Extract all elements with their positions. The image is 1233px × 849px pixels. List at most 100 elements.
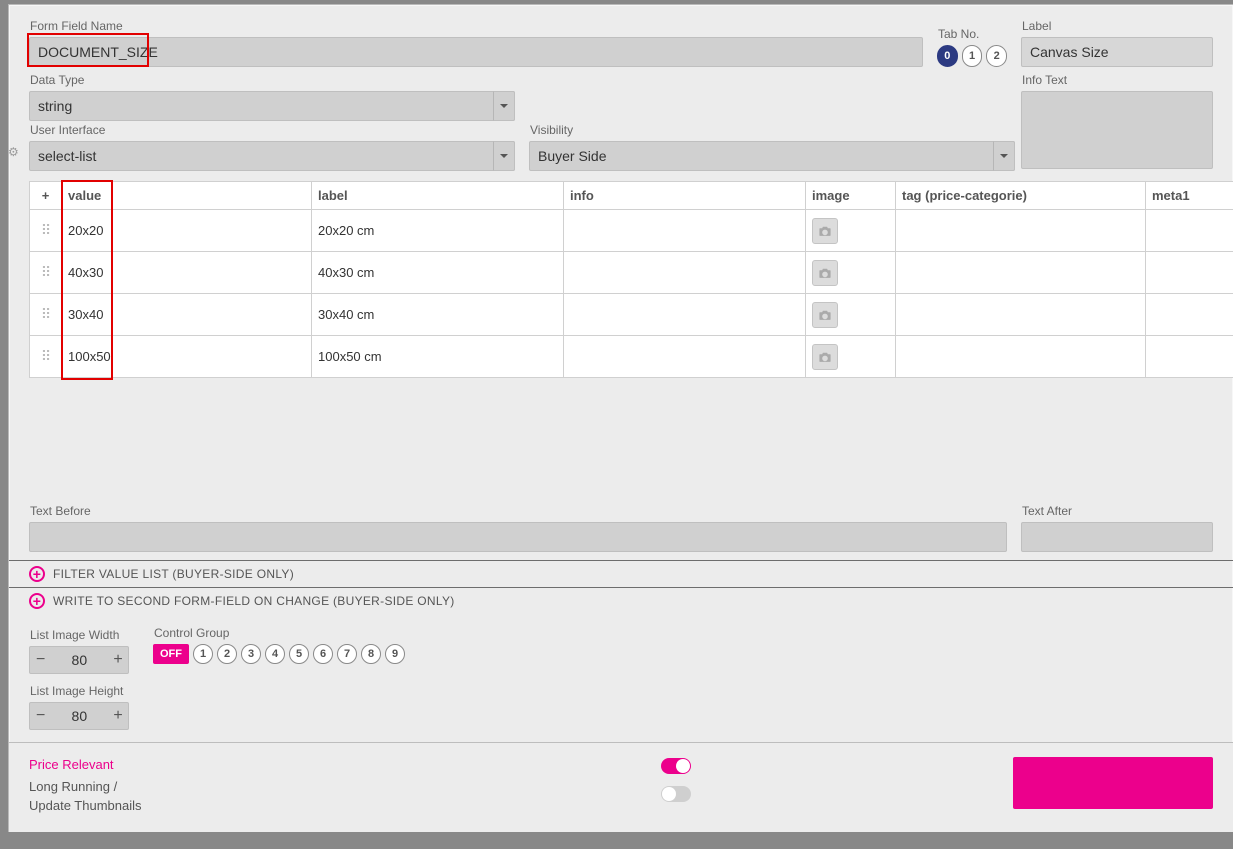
- cell-value[interactable]: 100x50: [62, 336, 312, 378]
- control-group-chip-4[interactable]: 4: [265, 644, 285, 664]
- table-row: ⠿ 100x50100x50 cm: [30, 336, 1233, 378]
- expand-filter-value-list[interactable]: + FILTER VALUE LIST (BUYER-SIDE ONLY): [9, 560, 1233, 587]
- form-field-name-label: Form Field Name: [30, 19, 923, 33]
- image-upload-button[interactable]: [812, 218, 838, 244]
- expand-filter-label: FILTER VALUE LIST (BUYER-SIDE ONLY): [53, 567, 294, 581]
- add-row-header[interactable]: +: [30, 182, 62, 210]
- value-table: + value label info image tag (price-cate…: [29, 181, 1233, 378]
- drag-handle-icon[interactable]: ⠿: [41, 353, 50, 359]
- table-row: ⠿ 40x3040x30 cm: [30, 252, 1233, 294]
- data-type-select[interactable]: [29, 91, 515, 121]
- cell-meta1[interactable]: [1146, 210, 1233, 252]
- tab-no-label: Tab No.: [938, 27, 1007, 41]
- tab-chip-1[interactable]: 1: [962, 45, 983, 67]
- cell-tag[interactable]: [896, 210, 1146, 252]
- cell-label[interactable]: 40x30 cm: [312, 252, 564, 294]
- table-row: ⠿ 30x4030x40 cm: [30, 294, 1233, 336]
- price-relevant-label: Price Relevant: [29, 757, 649, 772]
- footer: Price Relevant Long Running / Update Thu…: [9, 742, 1233, 832]
- text-after-label: Text After: [1022, 504, 1213, 518]
- tab-chip-0[interactable]: 0: [937, 45, 958, 67]
- image-upload-button[interactable]: [812, 302, 838, 328]
- cell-label[interactable]: 30x40 cm: [312, 294, 564, 336]
- list-image-height-stepper[interactable]: − +: [29, 702, 129, 730]
- col-header-label: label: [312, 182, 564, 210]
- gear-icon: ⚙: [8, 145, 19, 159]
- long-running-toggle[interactable]: [661, 786, 691, 802]
- chevron-down-icon[interactable]: [493, 141, 515, 171]
- list-image-width-stepper[interactable]: − +: [29, 646, 129, 674]
- cell-info[interactable]: [564, 336, 806, 378]
- list-image-height-label: List Image Height: [30, 684, 129, 698]
- drag-handle-icon[interactable]: ⠿: [41, 311, 50, 317]
- cell-value[interactable]: 20x20: [62, 210, 312, 252]
- control-group-chip-5[interactable]: 5: [289, 644, 309, 664]
- info-text-textarea[interactable]: [1021, 91, 1213, 169]
- col-header-meta1: meta1: [1146, 182, 1233, 210]
- cell-meta1[interactable]: [1146, 252, 1233, 294]
- user-interface-select[interactable]: [29, 141, 515, 171]
- stepper-minus[interactable]: −: [30, 647, 51, 673]
- col-header-value: value: [62, 182, 312, 210]
- settings-panel: ⚙ Form Field Name Tab No. 012 Label Data…: [8, 4, 1233, 832]
- plus-icon: +: [29, 593, 45, 609]
- control-group-chip-3[interactable]: 3: [241, 644, 261, 664]
- cell-info[interactable]: [564, 252, 806, 294]
- info-text-label: Info Text: [1022, 73, 1213, 87]
- stepper-minus[interactable]: −: [30, 703, 51, 729]
- drag-handle-icon[interactable]: ⠿: [41, 227, 50, 233]
- control-group-chip-6[interactable]: 6: [313, 644, 333, 664]
- col-header-tag: tag (price-categorie): [896, 182, 1146, 210]
- cell-value[interactable]: 40x30: [62, 252, 312, 294]
- plus-icon: +: [29, 566, 45, 582]
- text-before-label: Text Before: [30, 504, 1007, 518]
- stepper-plus[interactable]: +: [107, 703, 128, 729]
- chevron-down-icon[interactable]: [493, 91, 515, 121]
- list-image-width-label: List Image Width: [30, 628, 129, 642]
- primary-action-button[interactable]: [1013, 757, 1213, 809]
- control-group-chip-2[interactable]: 2: [217, 644, 237, 664]
- chevron-down-icon[interactable]: [993, 141, 1015, 171]
- cell-meta1[interactable]: [1146, 294, 1233, 336]
- control-group-label: Control Group: [154, 626, 405, 640]
- cell-info[interactable]: [564, 294, 806, 336]
- list-image-width-value[interactable]: [51, 651, 107, 669]
- tab-chip-2[interactable]: 2: [986, 45, 1007, 67]
- long-running-label-1: Long Running /: [29, 778, 649, 797]
- long-running-label-2: Update Thumbnails: [29, 797, 649, 816]
- cell-tag[interactable]: [896, 252, 1146, 294]
- control-group-chip-9[interactable]: 9: [385, 644, 405, 664]
- control-group-chip-1[interactable]: 1: [193, 644, 213, 664]
- cell-value[interactable]: 30x40: [62, 294, 312, 336]
- control-group-chip-8[interactable]: 8: [361, 644, 381, 664]
- text-after-input[interactable]: [1021, 522, 1213, 552]
- price-relevant-toggle[interactable]: [661, 758, 691, 774]
- text-before-input[interactable]: [29, 522, 1007, 552]
- user-interface-label: User Interface: [30, 123, 515, 137]
- form-field-name-input[interactable]: [29, 37, 923, 67]
- cell-label[interactable]: 100x50 cm: [312, 336, 564, 378]
- list-image-height-value[interactable]: [51, 707, 107, 725]
- cell-meta1[interactable]: [1146, 336, 1233, 378]
- control-group-off[interactable]: OFF: [153, 644, 189, 664]
- cell-tag[interactable]: [896, 294, 1146, 336]
- col-header-info: info: [564, 182, 806, 210]
- visibility-select[interactable]: [529, 141, 1015, 171]
- col-header-image: image: [806, 182, 896, 210]
- expand-write-label: WRITE TO SECOND FORM-FIELD ON CHANGE (BU…: [53, 594, 455, 608]
- label-field-label: Label: [1022, 19, 1213, 33]
- visibility-label: Visibility: [530, 123, 1015, 137]
- stepper-plus[interactable]: +: [107, 647, 128, 673]
- cell-info[interactable]: [564, 210, 806, 252]
- expand-write-second-field[interactable]: + WRITE TO SECOND FORM-FIELD ON CHANGE (…: [9, 587, 1233, 614]
- control-group-chip-7[interactable]: 7: [337, 644, 357, 664]
- cell-tag[interactable]: [896, 336, 1146, 378]
- cell-label[interactable]: 20x20 cm: [312, 210, 564, 252]
- data-type-label: Data Type: [30, 73, 515, 87]
- image-upload-button[interactable]: [812, 260, 838, 286]
- table-row: ⠿ 20x2020x20 cm: [30, 210, 1233, 252]
- tab-chips: 012: [937, 45, 1007, 67]
- drag-handle-icon[interactable]: ⠿: [41, 269, 50, 275]
- label-input[interactable]: [1021, 37, 1213, 67]
- image-upload-button[interactable]: [812, 344, 838, 370]
